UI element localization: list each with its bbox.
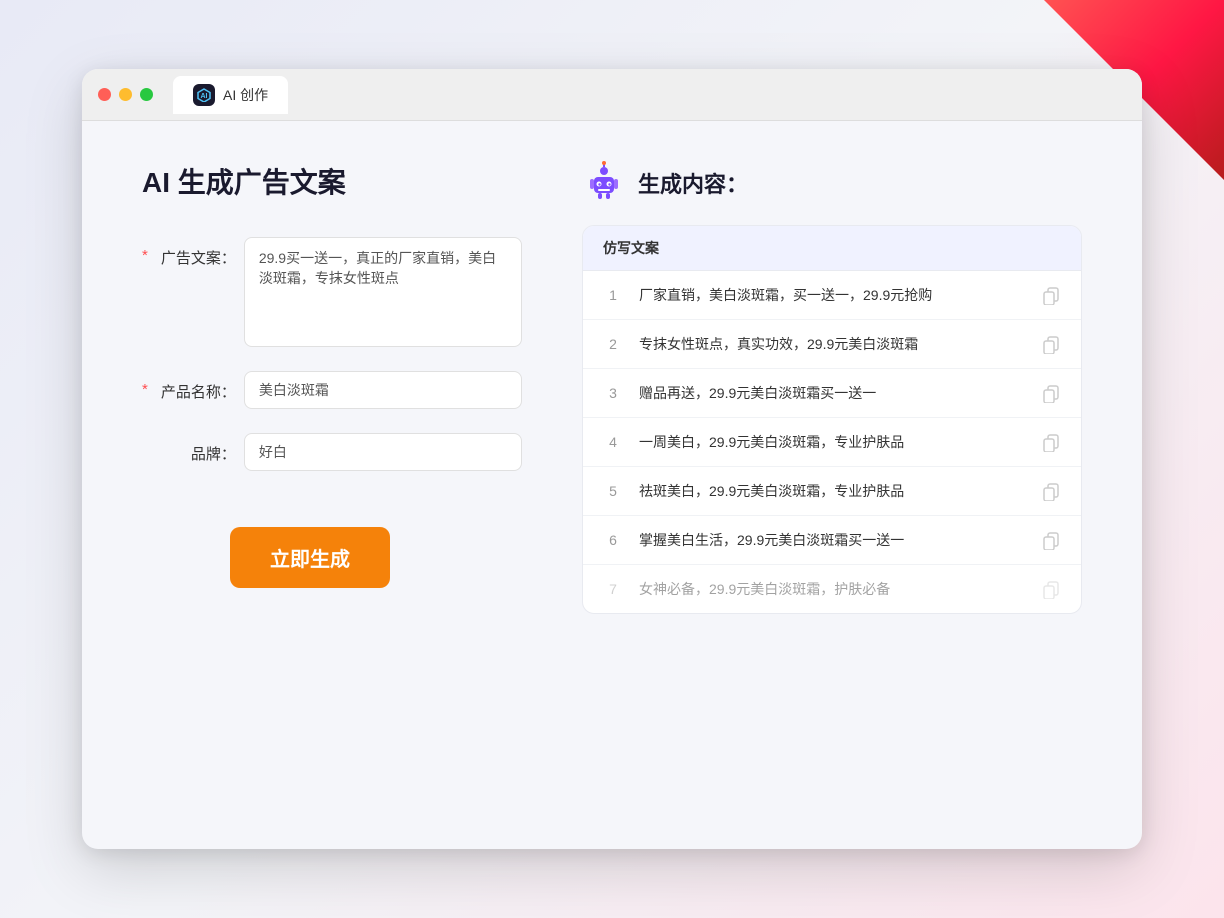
- row-text: 厂家直销，美白淡斑霜，买一送一，29.9元抢购: [639, 285, 1025, 305]
- ai-tab-icon: AI: [193, 84, 215, 106]
- copy-icon[interactable]: [1041, 285, 1061, 305]
- brand-label: 品牌：: [156, 433, 236, 464]
- table-row: 7 女神必备，29.9元美白淡斑霜，护肤必备: [583, 565, 1081, 613]
- row-number: 3: [603, 385, 623, 401]
- copy-icon[interactable]: [1041, 579, 1061, 599]
- form-group-product-name: * 产品名称：: [142, 371, 522, 409]
- right-panel: 生成内容： 仿写文案 1 厂家直销，美白淡斑霜，买一送一，29.9元抢购 2: [582, 161, 1082, 809]
- product-name-input[interactable]: [244, 371, 522, 409]
- robot-icon: [582, 161, 626, 205]
- row-text: 赠品再送，29.9元美白淡斑霜买一送一: [639, 383, 1025, 403]
- required-star-product: *: [142, 371, 148, 398]
- table-row: 6 掌握美白生活，29.9元美白淡斑霜买一送一: [583, 516, 1081, 565]
- row-number: 5: [603, 483, 623, 499]
- result-header: 生成内容：: [582, 161, 1082, 205]
- row-number: 1: [603, 287, 623, 303]
- form-group-ad-copy: * 广告文案：: [142, 237, 522, 347]
- row-number: 4: [603, 434, 623, 450]
- table-row: 5 祛斑美白，29.9元美白淡斑霜，专业护肤品: [583, 467, 1081, 516]
- row-number: 2: [603, 336, 623, 352]
- table-row: 4 一周美白，29.9元美白淡斑霜，专业护肤品: [583, 418, 1081, 467]
- ad-copy-label: 广告文案：: [156, 237, 236, 268]
- row-number: 6: [603, 532, 623, 548]
- tab-ai-creation[interactable]: AI AI 创作: [173, 76, 288, 114]
- required-star-ad-copy: *: [142, 237, 148, 264]
- row-number: 7: [603, 581, 623, 597]
- main-content: AI 生成广告文案 * 广告文案： * 产品名称： * 品牌： 立即生成: [82, 121, 1142, 849]
- row-text: 专抹女性斑点，真实功效，29.9元美白淡斑霜: [639, 334, 1025, 354]
- close-button[interactable]: [98, 88, 111, 101]
- copy-icon[interactable]: [1041, 334, 1061, 354]
- svg-text:AI: AI: [201, 93, 208, 100]
- generate-button[interactable]: 立即生成: [230, 527, 390, 588]
- row-text: 掌握美白生活，29.9元美白淡斑霜买一送一: [639, 530, 1025, 550]
- ad-copy-input[interactable]: [244, 237, 522, 347]
- result-title: 生成内容：: [638, 167, 748, 199]
- tab-label: AI 创作: [223, 85, 268, 105]
- table-row: 3 赠品再送，29.9元美白淡斑霜买一送一: [583, 369, 1081, 418]
- row-text: 女神必备，29.9元美白淡斑霜，护肤必备: [639, 579, 1025, 599]
- copy-icon[interactable]: [1041, 530, 1061, 550]
- title-bar: AI AI 创作: [82, 69, 1142, 121]
- left-panel: AI 生成广告文案 * 广告文案： * 产品名称： * 品牌： 立即生成: [142, 161, 522, 809]
- product-name-label: 产品名称：: [156, 371, 236, 402]
- table-row: 1 厂家直销，美白淡斑霜，买一送一，29.9元抢购: [583, 271, 1081, 320]
- table-header: 仿写文案: [583, 226, 1081, 271]
- minimize-button[interactable]: [119, 88, 132, 101]
- maximize-button[interactable]: [140, 88, 153, 101]
- row-text: 祛斑美白，29.9元美白淡斑霜，专业护肤品: [639, 481, 1025, 501]
- page-title: AI 生成广告文案: [142, 161, 522, 201]
- brand-input[interactable]: [244, 433, 522, 471]
- copy-icon[interactable]: [1041, 432, 1061, 452]
- table-row: 2 专抹女性斑点，真实功效，29.9元美白淡斑霜: [583, 320, 1081, 369]
- traffic-lights: [98, 88, 153, 101]
- copy-icon[interactable]: [1041, 481, 1061, 501]
- copy-icon[interactable]: [1041, 383, 1061, 403]
- form-group-brand: * 品牌：: [142, 433, 522, 471]
- browser-window: AI AI 创作 AI 生成广告文案 * 广告文案： * 产品名称：: [82, 69, 1142, 849]
- result-table: 仿写文案 1 厂家直销，美白淡斑霜，买一送一，29.9元抢购 2 专抹女性斑点，…: [582, 225, 1082, 614]
- row-text: 一周美白，29.9元美白淡斑霜，专业护肤品: [639, 432, 1025, 452]
